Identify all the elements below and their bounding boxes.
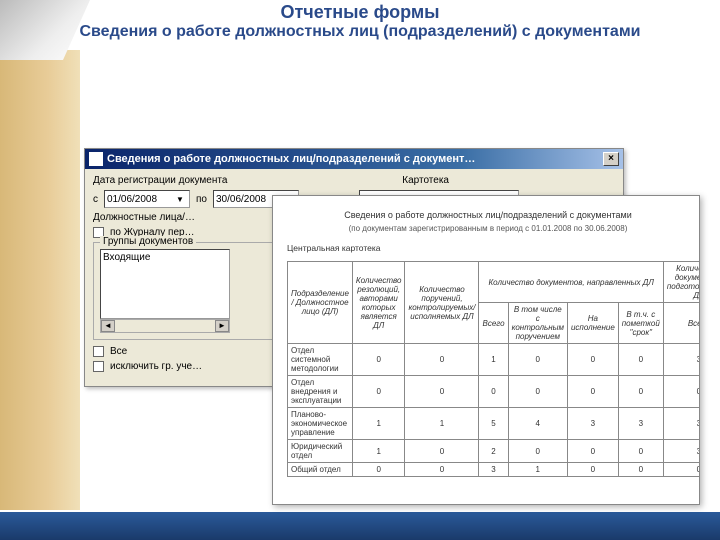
row-value: 0 xyxy=(567,344,618,376)
close-icon[interactable]: × xyxy=(603,152,619,166)
decorative-bottom-bar xyxy=(0,512,720,540)
row-value: 0 xyxy=(352,463,405,477)
table-row: Отдел внедрения и эксплуатации0000000 xyxy=(288,376,701,408)
groups-list[interactable]: Входящие xyxy=(100,249,230,319)
all-checkbox[interactable] xyxy=(93,346,104,357)
row-value: 3 xyxy=(663,440,700,463)
row-value: 0 xyxy=(618,440,663,463)
dialog-titlebar[interactable]: Сведения о работе должностных лиц/подраз… xyxy=(85,149,623,169)
table-row: Отдел системной методологии0010003 xyxy=(288,344,701,376)
col-sent-group: Количество документов, направленных ДЛ xyxy=(479,262,663,303)
row-value: 0 xyxy=(618,344,663,376)
row-name: Общий отдел xyxy=(288,463,353,477)
row-value: 5 xyxy=(479,408,508,440)
officials-label: Должностные лица/… xyxy=(93,212,195,223)
col-sent-ctrl: В том числе с контрольным поручением xyxy=(508,303,567,344)
reg-date-label: Дата регистрации документа xyxy=(93,175,227,186)
report-subtitle: (по документам зарегистрированным в пери… xyxy=(287,224,689,233)
row-value: 1 xyxy=(352,408,405,440)
row-value: 0 xyxy=(405,463,479,477)
row-value: 4 xyxy=(508,408,567,440)
report-tbody: Отдел системной методологии0010003Отдел … xyxy=(288,344,701,477)
row-value: 0 xyxy=(663,463,700,477)
groups-legend: Группы документов xyxy=(100,236,196,247)
row-value: 0 xyxy=(618,463,663,477)
row-value: 0 xyxy=(352,376,405,408)
col-resolutions: Количество резолюций, авторами которых я… xyxy=(352,262,405,344)
exclude-label: исключить гр. уче… xyxy=(110,361,202,372)
scroll-right-icon[interactable]: ► xyxy=(215,320,229,332)
row-value: 0 xyxy=(567,463,618,477)
row-name: Отдел системной методологии xyxy=(288,344,353,376)
col-sent-mark: В т.ч. с пометкой "срок" xyxy=(618,303,663,344)
row-name: Отдел внедрения и эксплуатации xyxy=(288,376,353,408)
row-name: Планово-экономическое управление xyxy=(288,408,353,440)
row-value: 0 xyxy=(508,376,567,408)
page-header: Отчетные формы Сведения о работе должнос… xyxy=(0,0,720,41)
date-from-value: 01/06/2008 xyxy=(107,194,157,205)
row-value: 0 xyxy=(508,440,567,463)
chevron-down-icon[interactable]: ▼ xyxy=(173,195,187,204)
row-value: 0 xyxy=(618,376,663,408)
row-value: 1 xyxy=(479,344,508,376)
col-sent-all: Всего xyxy=(479,303,508,344)
report-title: Сведения о работе должностных лиц/подраз… xyxy=(287,210,689,220)
col-dept: Подразделение / Должностное лицо (ДЛ) xyxy=(288,262,353,344)
decorative-side-band xyxy=(0,50,80,510)
row-value: 3 xyxy=(663,344,700,376)
row-value: 0 xyxy=(508,344,567,376)
to-label: по xyxy=(196,194,207,205)
horizontal-scrollbar[interactable]: ◄ ► xyxy=(100,319,230,333)
date-to-value: 30/06/2008 xyxy=(216,194,266,205)
page-title: Отчетные формы xyxy=(40,2,680,23)
report-cardfile: Центральная картотека xyxy=(287,243,689,253)
col-orders: Количество поручений, контролируемых/исп… xyxy=(405,262,479,344)
row-value: 2 xyxy=(479,440,508,463)
row-value: 0 xyxy=(405,440,479,463)
table-row: Планово-экономическое управление1154333 xyxy=(288,408,701,440)
report-preview: Сведения о работе должностных лиц/подраз… xyxy=(272,195,700,505)
col-docs-all: Всего xyxy=(663,303,700,344)
row-value: 0 xyxy=(567,376,618,408)
row-value: 3 xyxy=(663,408,700,440)
cardfile-label: Картотека xyxy=(402,175,449,186)
row-value: 0 xyxy=(567,440,618,463)
table-row: Юридический отдел1020003 xyxy=(288,440,701,463)
date-from-input[interactable]: 01/06/2008 ▼ xyxy=(104,190,190,208)
all-label: Все xyxy=(110,346,127,357)
row-value: 3 xyxy=(567,408,618,440)
page-subtitle: Сведения о работе должностных лиц (подра… xyxy=(40,23,680,41)
scroll-left-icon[interactable]: ◄ xyxy=(101,320,115,332)
dialog-title: Сведения о работе должностных лиц/подраз… xyxy=(107,153,603,165)
row-value: 1 xyxy=(352,440,405,463)
exclude-checkbox[interactable] xyxy=(93,361,104,372)
row-value: 0 xyxy=(405,344,479,376)
app-icon xyxy=(89,152,103,166)
row-value: 0 xyxy=(663,376,700,408)
col-docs-group: Количество документов, подготовленных ДЛ xyxy=(663,262,700,303)
from-label: с xyxy=(93,194,98,205)
row-value: 1 xyxy=(508,463,567,477)
group-item[interactable]: Входящие xyxy=(103,252,227,263)
report-table: Подразделение / Должностное лицо (ДЛ) Ко… xyxy=(287,261,700,477)
row-value: 0 xyxy=(352,344,405,376)
row-value: 1 xyxy=(405,408,479,440)
row-name: Юридический отдел xyxy=(288,440,353,463)
col-sent-exec: На исполнение xyxy=(567,303,618,344)
row-value: 0 xyxy=(479,376,508,408)
row-value: 3 xyxy=(479,463,508,477)
row-value: 0 xyxy=(405,376,479,408)
row-value: 3 xyxy=(618,408,663,440)
table-row: Общий отдел0031000 xyxy=(288,463,701,477)
